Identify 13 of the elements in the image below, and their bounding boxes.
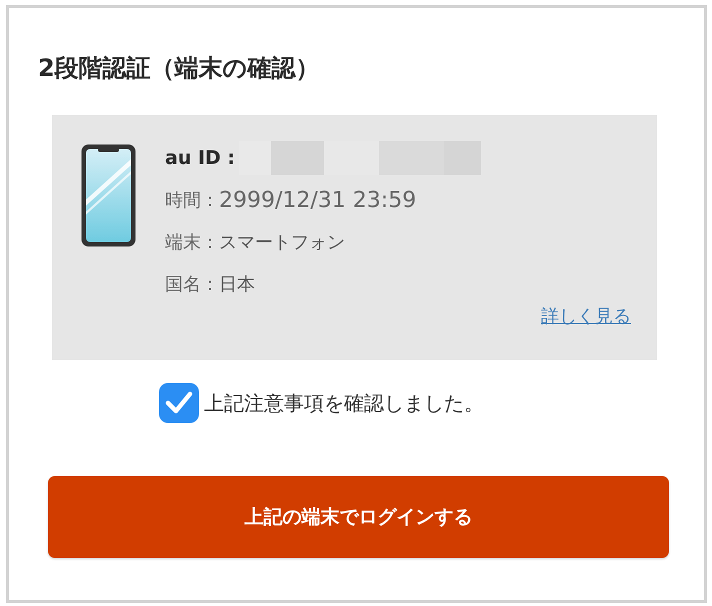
detail-label: 時間：	[165, 189, 219, 212]
detail-value: スマートフォン	[219, 231, 345, 254]
smartphone-icon	[80, 143, 137, 248]
page-title: 2段階認証（端末の確認）	[38, 54, 320, 82]
detail-value: 日本	[219, 273, 255, 296]
detail-label: 端末：	[165, 231, 219, 254]
details-link[interactable]: 詳しく見る	[541, 305, 631, 329]
detail-label: 国名：	[165, 273, 219, 296]
login-button[interactable]: 上記の端末でログインする	[48, 476, 669, 558]
checkbox[interactable]	[158, 382, 200, 424]
confirmation-label: 上記注意事項を確認しました。	[204, 390, 484, 416]
detail-value: 2999/12/31 23:59	[219, 188, 416, 212]
au-id-label: au ID :	[165, 147, 236, 169]
